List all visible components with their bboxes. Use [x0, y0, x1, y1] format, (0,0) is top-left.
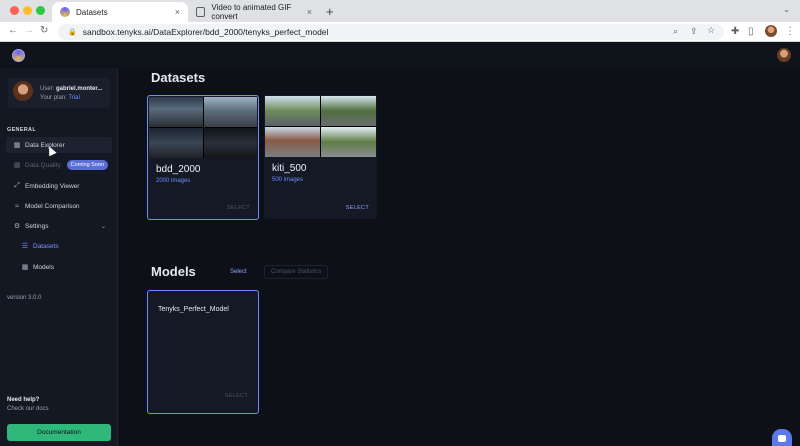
- coming-soon-badge: Coming Soon: [66, 160, 108, 170]
- grid-icon: ▦: [21, 264, 29, 271]
- thumbnail-image: [321, 127, 376, 157]
- compare-icon: ≈: [15, 202, 19, 210]
- thumbnail-image: [149, 128, 203, 158]
- zoom-icon[interactable]: ⌕: [673, 26, 678, 37]
- avatar: [13, 81, 33, 101]
- bookmark-star-icon[interactable]: ☆: [707, 25, 715, 36]
- version-text: version 3.0.0: [7, 295, 42, 301]
- docs-link[interactable]: Check our docs: [7, 406, 49, 412]
- dataset-card-kiti-500[interactable]: kiti_500 500 images SELECT: [264, 95, 377, 219]
- sidebar-item-models[interactable]: ▦ Models: [14, 259, 112, 275]
- browser-toolbar: ← → ↻ 🔒 sandbox.tenyks.ai/DataExplorer/b…: [0, 22, 800, 42]
- new-tab-button[interactable]: +: [326, 4, 334, 19]
- sidebar-item-label: Data Quality: [25, 161, 61, 169]
- select-button[interactable]: SELECT: [227, 205, 250, 211]
- dataset-name: kiti_500: [272, 163, 307, 174]
- dataset-thumbnails: [265, 96, 376, 157]
- browser-tab-gif[interactable]: Video to animated GIF convert ×: [188, 2, 320, 22]
- documentation-button[interactable]: Documentation: [7, 424, 111, 441]
- url-text: sandbox.tenyks.ai/DataExplorer/bdd_2000/…: [82, 27, 329, 37]
- user-name: User: gabriel.monter...: [40, 86, 103, 92]
- sidebar-item-data-explorer[interactable]: ▦ Data Explorer: [6, 137, 112, 153]
- tenyks-logo-icon[interactable]: [12, 49, 25, 62]
- user-card[interactable]: User: gabriel.monter... Your plan: Trial: [8, 78, 110, 108]
- chevron-down-icon: ⌄: [100, 223, 106, 230]
- maximize-window-button[interactable]: [36, 6, 45, 15]
- back-arrow-icon[interactable]: ←: [8, 25, 18, 36]
- browser-menu-icon[interactable]: ⋮: [785, 26, 795, 37]
- extensions-icon[interactable]: ✚: [731, 26, 739, 37]
- gear-icon: ⚙: [13, 223, 21, 230]
- sidebar-item-model-comparison[interactable]: ≈ Model Comparison: [6, 198, 112, 214]
- account-avatar[interactable]: [777, 48, 791, 62]
- embedding-icon: ⤢: [14, 182, 20, 189]
- forward-arrow-icon[interactable]: →: [24, 25, 34, 36]
- close-tab-icon[interactable]: ×: [307, 7, 312, 17]
- tab-title: Datasets: [76, 7, 108, 17]
- thumbnail-image: [265, 127, 320, 157]
- select-button[interactable]: SELECT: [225, 393, 248, 399]
- models-select-button[interactable]: Select: [230, 269, 247, 275]
- section-general: GENERAL: [7, 127, 36, 133]
- thumbnail-image: [321, 96, 376, 126]
- sidebar-item-label: Embedding Viewer: [25, 182, 80, 190]
- help-title: Need help?: [7, 397, 40, 403]
- quality-icon: ▦: [13, 162, 21, 169]
- sidebar-item-embedding-viewer[interactable]: ⤢ Embedding Viewer: [6, 178, 112, 194]
- tenyks-favicon-icon: [60, 7, 70, 17]
- minimize-window-button[interactable]: [23, 6, 32, 15]
- lock-icon: 🔒: [68, 29, 77, 36]
- browser-profile-avatar[interactable]: [765, 25, 777, 37]
- sidebar-item-settings[interactable]: ⚙ Settings ⌄: [6, 218, 112, 234]
- thumbnail-image: [203, 97, 257, 127]
- thumbnail-image: [265, 96, 320, 126]
- chat-icon: [778, 435, 786, 442]
- sidebar: User: gabriel.monter... Your plan: Trial…: [0, 68, 118, 446]
- user-plan: Your plan: Trial: [40, 95, 80, 101]
- thumbnail-image: [203, 128, 257, 158]
- model-card-tenyks-perfect-model[interactable]: Tenyks_Perfect_Model SELECT: [147, 290, 259, 414]
- sidebar-item-label: Settings: [25, 222, 49, 230]
- sidebar-item-datasets[interactable]: ☰ Datasets: [14, 238, 112, 254]
- thumbnail-image: [149, 97, 203, 127]
- tab-search-chevron-icon[interactable]: ⌄: [783, 5, 790, 14]
- models-heading: Models: [151, 264, 196, 279]
- share-icon[interactable]: ⇪: [690, 26, 698, 37]
- sidebar-item-label: Datasets: [33, 242, 59, 250]
- app-header: [0, 42, 800, 68]
- tab-title: Video to animated GIF convert: [211, 3, 292, 21]
- sidebar-item-data-quality: ▦ Data Quality Coming Soon: [6, 157, 112, 173]
- list-icon: ☰: [21, 243, 29, 250]
- dataset-card-bdd-2000[interactable]: bdd_2000 2000 images SELECT: [147, 95, 259, 220]
- model-name: Tenyks_Perfect_Model: [158, 306, 229, 313]
- close-tab-icon[interactable]: ×: [175, 7, 180, 17]
- dataset-name: bdd_2000: [156, 164, 201, 175]
- dataset-thumbnails: [149, 97, 257, 158]
- browser-tab-datasets[interactable]: Datasets ×: [52, 2, 188, 22]
- compare-statistics-button[interactable]: Compare Statistics: [264, 265, 329, 279]
- select-button[interactable]: SELECT: [346, 205, 369, 211]
- close-window-button[interactable]: [10, 6, 19, 15]
- image-favicon-icon: [196, 7, 206, 17]
- sidebar-item-label: Model Comparison: [25, 202, 80, 210]
- sidebar-item-label: Models: [33, 263, 54, 271]
- dataset-count: 500 images: [272, 177, 304, 183]
- table-icon: ▦: [13, 142, 21, 149]
- address-bar[interactable]: 🔒 sandbox.tenyks.ai/DataExplorer/bdd_200…: [58, 24, 724, 40]
- datasets-heading: Datasets: [151, 70, 206, 85]
- side-panel-icon[interactable]: ▯: [748, 26, 754, 37]
- dataset-count: 2000 images: [156, 178, 191, 184]
- reload-icon[interactable]: ↻: [40, 25, 48, 36]
